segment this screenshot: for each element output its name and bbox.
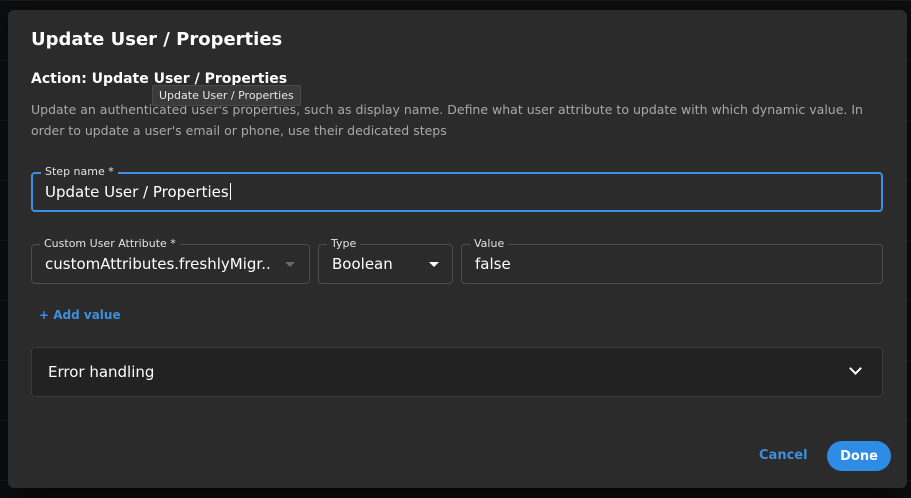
add-value-link[interactable]: + Add value — [39, 308, 121, 322]
tooltip: Update User / Properties — [152, 85, 301, 106]
chevron-down-icon — [849, 362, 862, 375]
text-caret — [229, 183, 231, 200]
cancel-button[interactable]: Cancel — [759, 448, 808, 463]
custom-user-attribute-label: Custom User Attribute * — [40, 237, 180, 250]
step-name-value[interactable]: Update User / Properties — [45, 183, 231, 201]
value-input[interactable]: Value false — [461, 237, 883, 284]
type-label: Type — [327, 237, 361, 250]
dialog-title: Update User / Properties — [31, 29, 283, 50]
update-user-properties-dialog: Update User / Properties Action: Update … — [8, 10, 907, 488]
type-select[interactable]: Type Boolean — [318, 237, 453, 284]
step-name-label: Step name * — [41, 165, 118, 178]
value-text: false — [475, 255, 511, 273]
done-button[interactable]: Done — [827, 441, 891, 471]
step-name-text: Update User / Properties — [45, 183, 229, 201]
chevron-down-icon — [285, 262, 295, 267]
type-value: Boolean — [332, 255, 393, 273]
custom-user-attribute-select[interactable]: Custom User Attribute * customAttributes… — [31, 237, 310, 284]
error-handling-label: Error handling — [48, 363, 155, 381]
value-label: Value — [470, 237, 509, 250]
step-name-field[interactable]: Step name * Update User / Properties — [31, 165, 883, 212]
chevron-down-icon — [429, 262, 439, 267]
error-handling-accordion[interactable]: Error handling — [31, 347, 883, 397]
custom-user-attribute-value: customAttributes.freshlyMigr... — [45, 255, 270, 273]
